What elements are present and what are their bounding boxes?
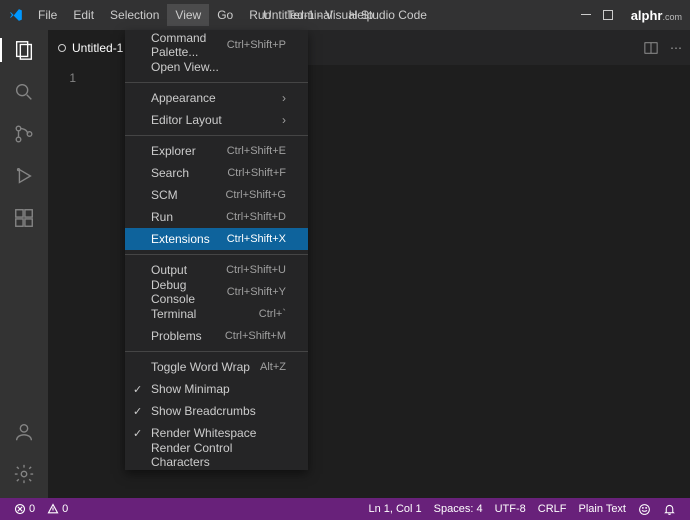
menu-separator (125, 135, 308, 136)
window-title: Untitled-1 - Visual Studio Code (263, 8, 427, 22)
tab-label: Untitled-1 (72, 41, 123, 55)
more-actions-icon[interactable]: ⋯ (670, 41, 682, 55)
run-debug-icon[interactable] (12, 164, 36, 188)
explorer-icon[interactable] (12, 38, 36, 62)
maximize-icon[interactable] (603, 10, 613, 20)
view-menu-dropdown: Command Palette...Ctrl+Shift+P Open View… (125, 30, 308, 470)
status-spaces[interactable]: Spaces: 4 (428, 503, 489, 516)
menu-terminal-view[interactable]: TerminalCtrl+` (125, 303, 308, 325)
menu-scm[interactable]: SCMCtrl+Shift+G (125, 184, 308, 206)
menu-file[interactable]: File (30, 4, 65, 26)
menu-appearance[interactable]: Appearance› (125, 87, 308, 109)
status-encoding[interactable]: UTF-8 (489, 503, 532, 516)
check-icon: ✓ (133, 383, 142, 396)
menu-separator (125, 254, 308, 255)
status-warnings[interactable]: 0 (41, 503, 74, 515)
vscode-logo-icon (8, 7, 24, 23)
status-feedback-icon[interactable] (632, 503, 657, 516)
menu-separator (125, 82, 308, 83)
line-number: 1 (48, 71, 76, 85)
settings-gear-icon[interactable] (12, 462, 36, 486)
status-ln-col[interactable]: Ln 1, Col 1 (362, 503, 427, 516)
menu-toggle-word-wrap[interactable]: Toggle Word WrapAlt+Z (125, 356, 308, 378)
source-control-icon[interactable] (12, 122, 36, 146)
menu-go[interactable]: Go (209, 4, 241, 26)
minimize-icon[interactable] (581, 10, 591, 20)
window-controls: alphr.com (581, 8, 682, 23)
main-area: Untitled-1 ✕ ⋯ 1 (0, 30, 690, 498)
menu-show-minimap[interactable]: ✓Show Minimap (125, 378, 308, 400)
modified-dot-icon (58, 44, 66, 52)
line-gutter: 1 (48, 65, 88, 498)
menu-view[interactable]: View (167, 4, 209, 26)
chevron-right-icon: › (282, 91, 286, 105)
menu-run-view[interactable]: RunCtrl+Shift+D (125, 206, 308, 228)
status-eol[interactable]: CRLF (532, 503, 573, 516)
status-language[interactable]: Plain Text (573, 503, 633, 516)
menu-explorer[interactable]: ExplorerCtrl+Shift+E (125, 140, 308, 162)
menu-extensions[interactable]: ExtensionsCtrl+Shift+X (125, 228, 308, 250)
split-editor-icon[interactable] (644, 41, 658, 55)
menu-editor-layout[interactable]: Editor Layout› (125, 109, 308, 131)
menu-command-palette[interactable]: Command Palette...Ctrl+Shift+P (125, 34, 308, 56)
menu-edit[interactable]: Edit (65, 4, 102, 26)
title-bar: File Edit Selection View Go Run Terminal… (0, 0, 690, 30)
status-errors[interactable]: 0 (8, 503, 41, 515)
status-bell-icon[interactable] (657, 503, 682, 516)
menu-selection[interactable]: Selection (102, 4, 167, 26)
menu-show-breadcrumbs[interactable]: ✓Show Breadcrumbs (125, 400, 308, 422)
search-icon[interactable] (12, 80, 36, 104)
menu-render-control-chars[interactable]: Render Control Characters (125, 444, 308, 466)
brand-watermark: alphr.com (631, 8, 682, 23)
menu-problems[interactable]: ProblemsCtrl+Shift+M (125, 325, 308, 347)
menu-debug-console[interactable]: Debug ConsoleCtrl+Shift+Y (125, 281, 308, 303)
check-icon: ✓ (133, 405, 142, 418)
menu-open-view[interactable]: Open View... (125, 56, 308, 78)
check-icon: ✓ (133, 427, 142, 440)
menu-search[interactable]: SearchCtrl+Shift+F (125, 162, 308, 184)
account-icon[interactable] (12, 420, 36, 444)
status-bar: 0 0 Ln 1, Col 1 Spaces: 4 UTF-8 CRLF Pla… (0, 498, 690, 520)
menu-separator (125, 351, 308, 352)
extensions-icon[interactable] (12, 206, 36, 230)
activity-bar (0, 30, 48, 498)
chevron-right-icon: › (282, 113, 286, 127)
